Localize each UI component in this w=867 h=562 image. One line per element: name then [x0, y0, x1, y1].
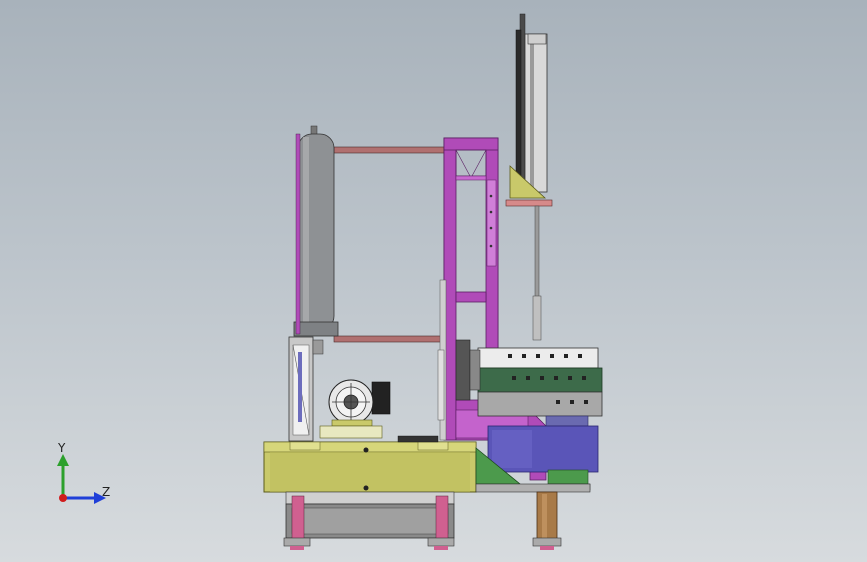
- machine-model[interactable]: [0, 0, 867, 562]
- vertical-cylinder[interactable]: [505, 13, 553, 341]
- z-axis-label: Z: [102, 485, 111, 499]
- y-axis-label: Y: [58, 441, 66, 455]
- connecting-rails: [333, 146, 445, 343]
- support-legs: [283, 491, 455, 550]
- motor[interactable]: [319, 379, 391, 439]
- gas-tank[interactable]: [293, 125, 339, 337]
- cad-viewport[interactable]: Y Z: [0, 0, 867, 562]
- output-shaft[interactable]: [532, 491, 562, 550]
- origin-dot: [59, 494, 67, 502]
- lower-bracket: [288, 336, 324, 442]
- y-axis-arrowhead: [57, 454, 69, 466]
